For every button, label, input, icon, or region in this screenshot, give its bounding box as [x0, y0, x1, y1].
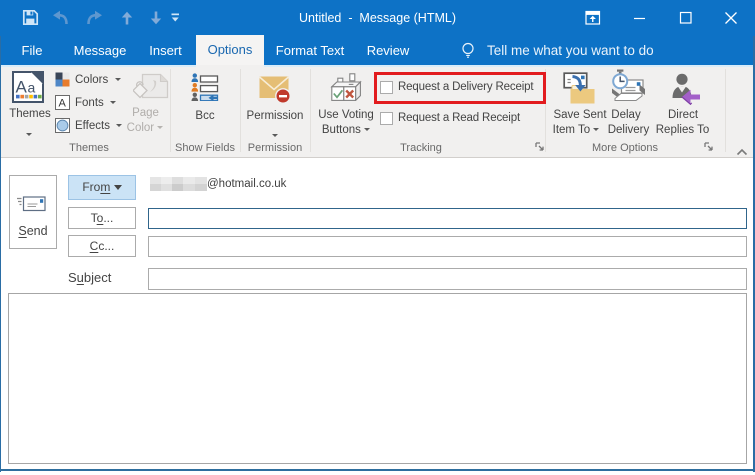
svg-text:A: A [59, 98, 67, 110]
svg-text:A: A [16, 78, 28, 97]
svg-text:a: a [28, 80, 36, 96]
